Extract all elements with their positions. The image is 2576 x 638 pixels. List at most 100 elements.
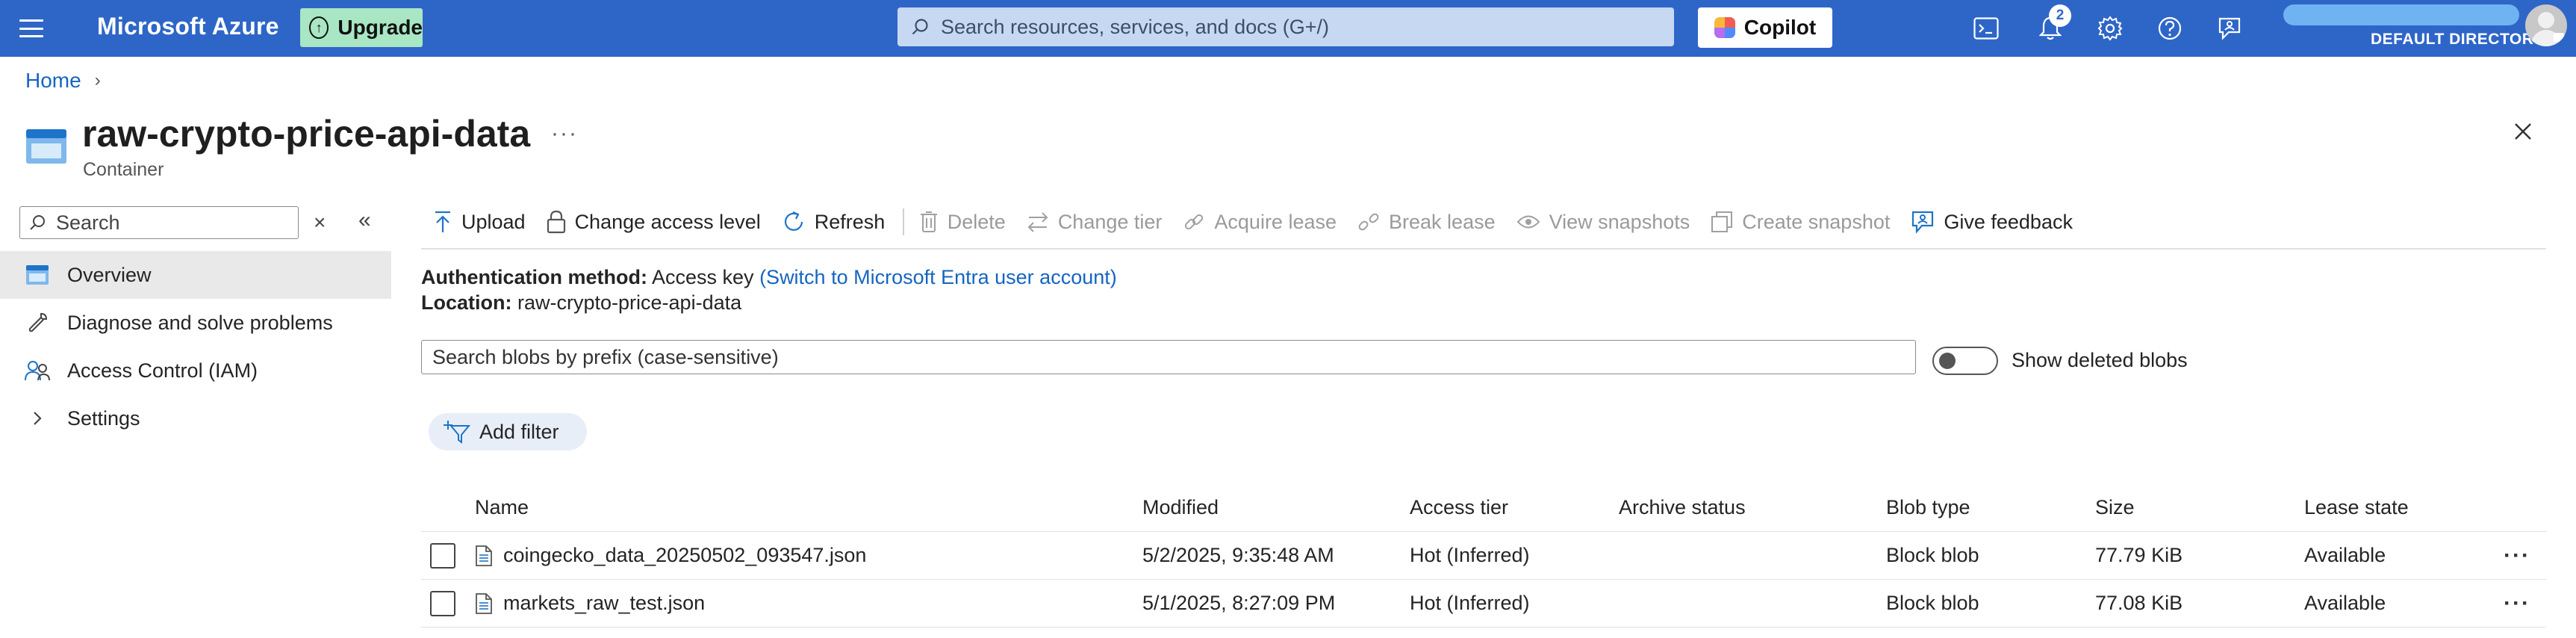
nav-item-overview[interactable]: Overview — [0, 251, 391, 299]
give-feedback-button[interactable]: Give feedback — [1902, 203, 2085, 241]
column-header-size[interactable]: Size — [2095, 496, 2304, 519]
row-checkbox[interactable] — [430, 542, 455, 569]
nav-list: Overview Diagnose and solve problems Acc… — [0, 251, 391, 442]
delete-label: Delete — [947, 210, 1006, 233]
auth-method-label: Authentication method: — [421, 266, 647, 288]
global-search[interactable] — [897, 7, 1674, 46]
column-header-blob-type[interactable]: Blob type — [1886, 496, 2095, 519]
create-snapshot-label: Create snapshot — [1742, 210, 1891, 233]
copilot-label: Copilot — [1743, 16, 1817, 39]
row-checkbox[interactable] — [430, 590, 455, 616]
people-icon — [24, 357, 51, 384]
upgrade-button[interactable]: ↑ Upgrade — [300, 8, 423, 47]
more-options-icon[interactable]: ··· — [551, 121, 578, 146]
location-value: raw-crypto-price-api-data — [517, 291, 742, 314]
upload-button[interactable]: Upload — [424, 203, 538, 241]
copilot-button[interactable]: Copilot — [1698, 7, 1832, 48]
arrow-up-circle-icon: ↑ — [309, 16, 329, 39]
breadcrumb-home-link[interactable]: Home — [25, 69, 81, 93]
file-icon — [476, 592, 492, 614]
cell-size: 77.08 KiB — [2095, 592, 2183, 614]
nav-search[interactable] — [19, 206, 299, 239]
link-icon — [1185, 214, 1204, 230]
nav-search-input[interactable] — [56, 211, 280, 235]
chevron-right-icon — [24, 405, 51, 432]
acquire-lease-label: Acquire lease — [1214, 210, 1337, 233]
nav-item-label: Settings — [67, 406, 140, 430]
blob-name-link[interactable]: markets_raw_test.json — [503, 592, 705, 615]
column-header-lease-state[interactable]: Lease state — [2304, 496, 2491, 519]
toolbar-divider — [903, 208, 904, 235]
nav-item-label: Overview — [67, 263, 152, 286]
change-access-level-button[interactable]: Change access level — [538, 203, 773, 241]
break-lease-button[interactable]: Break lease — [1348, 203, 1508, 241]
blob-search-input[interactable] — [432, 345, 1896, 369]
nav-item-access-control[interactable]: Access Control (IAM) — [0, 347, 391, 394]
row-more-options-icon[interactable]: ··· — [2491, 591, 2543, 616]
nav-item-diagnose[interactable]: Diagnose and solve problems — [0, 299, 391, 347]
change-tier-button[interactable]: Change tier — [1018, 203, 1175, 241]
collapse-nav-icon[interactable]: « — [358, 208, 371, 233]
hamburger-menu-icon[interactable] — [16, 16, 46, 40]
nav-item-label: Diagnose and solve problems — [67, 311, 333, 334]
create-snapshot-button[interactable]: Create snapshot — [1702, 203, 1902, 241]
directory-label[interactable]: DEFAULT DIRECTORY — [2371, 31, 2544, 49]
acquire-lease-button[interactable]: Acquire lease — [1174, 203, 1348, 241]
column-header-archive-status[interactable]: Archive status — [1619, 496, 1886, 519]
refresh-button[interactable]: Refresh — [773, 203, 897, 241]
search-icon — [30, 215, 45, 230]
gear-icon[interactable] — [2092, 10, 2128, 46]
upgrade-label: Upgrade — [337, 16, 423, 39]
show-deleted-label: Show deleted blobs — [2012, 349, 2188, 371]
cell-size: 77.79 KiB — [2095, 544, 2183, 566]
row-more-options-icon[interactable]: ··· — [2491, 543, 2543, 569]
refresh-icon — [784, 211, 803, 231]
toolbar-divider-line — [421, 248, 2546, 250]
change-access-level-label: Change access level — [574, 210, 761, 233]
chevron-right-icon: › — [94, 70, 101, 90]
account-name-pill[interactable] — [2283, 4, 2519, 25]
cell-modified: 5/1/2025, 8:27:09 PM — [1142, 592, 1336, 614]
give-feedback-label: Give feedback — [1944, 210, 2073, 233]
clear-search-icon[interactable]: × — [314, 211, 326, 235]
column-header-name[interactable]: Name — [475, 496, 1142, 519]
snapshot-icon — [1711, 211, 1733, 232]
cell-lease-state: Available — [2304, 592, 2386, 614]
page-subtitle: Container — [83, 159, 164, 180]
feedback-icon[interactable] — [2212, 10, 2247, 46]
add-filter-button[interactable]: Add filter — [429, 413, 587, 450]
search-icon — [912, 19, 928, 35]
brand-title[interactable]: Microsoft Azure — [97, 13, 279, 40]
global-search-input[interactable] — [941, 15, 1613, 39]
show-deleted-toggle[interactable] — [1932, 347, 1998, 375]
cell-lease-state: Available — [2304, 544, 2386, 566]
help-icon[interactable] — [2152, 10, 2188, 46]
cell-access-tier: Hot (Inferred) — [1410, 592, 1530, 614]
table-row[interactable]: coingecko_data_20250502_093547.json 5/2/… — [421, 532, 2546, 580]
wrench-icon — [24, 309, 51, 336]
switch-auth-link[interactable]: (Switch to Microsoft Entra user account) — [759, 266, 1117, 288]
cell-access-tier: Hot (Inferred) — [1410, 544, 1530, 566]
nav-item-settings[interactable]: Settings — [0, 394, 391, 442]
delete-button[interactable]: Delete — [910, 203, 1018, 241]
notification-count-badge: 2 — [2049, 4, 2071, 27]
break-lease-label: Break lease — [1389, 210, 1496, 233]
feedback-icon — [1912, 211, 1934, 234]
blob-name-link[interactable]: coingecko_data_20250502_093547.json — [503, 544, 866, 567]
avatar[interactable] — [2525, 4, 2567, 46]
location-line: Location: raw-crypto-price-api-data — [421, 291, 741, 315]
broken-link-icon — [1358, 213, 1379, 231]
column-header-modified[interactable]: Modified — [1142, 496, 1410, 519]
lock-icon — [547, 210, 565, 234]
change-tier-label: Change tier — [1057, 210, 1163, 233]
column-header-access-tier[interactable]: Access tier — [1410, 496, 1619, 519]
view-snapshots-button[interactable]: View snapshots — [1508, 203, 1702, 241]
table-row[interactable]: markets_raw_test.json 5/1/2025, 8:27:09 … — [421, 580, 2546, 628]
top-bar: Microsoft Azure ↑ Upgrade Copilot 2 DEFA… — [0, 0, 2576, 57]
close-icon[interactable] — [2510, 118, 2536, 145]
table-header: Name Modified Access tier Archive status… — [421, 484, 2546, 532]
auth-method-line: Authentication method: Access key (Switc… — [421, 266, 1117, 289]
blob-search[interactable] — [421, 340, 1916, 374]
cloud-shell-icon[interactable] — [1968, 10, 2004, 46]
blob-table: Name Modified Access tier Archive status… — [421, 484, 2546, 628]
